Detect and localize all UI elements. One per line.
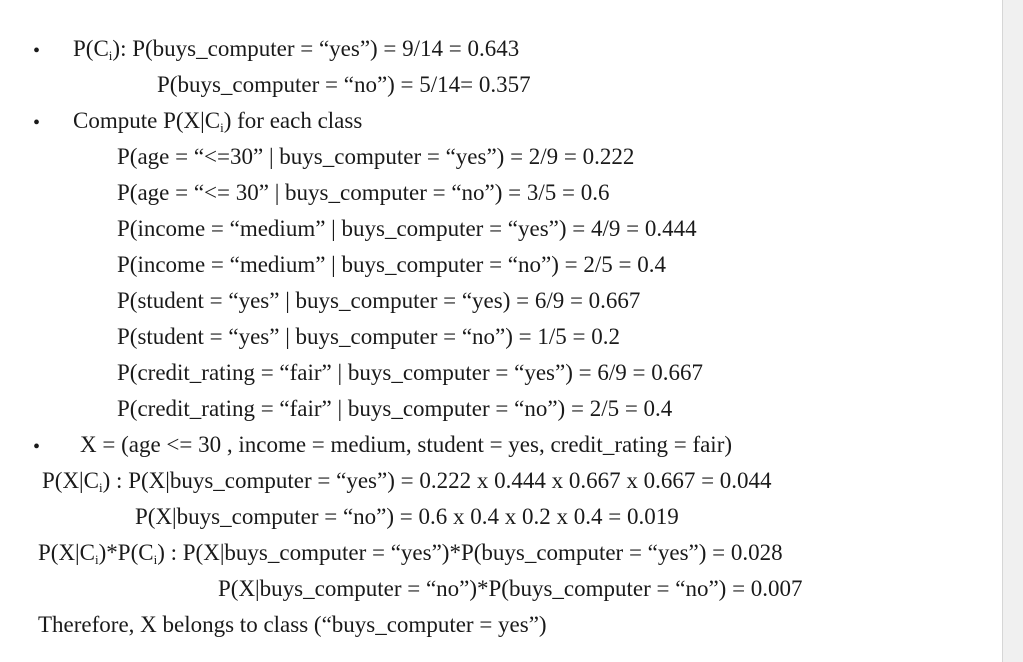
income-yes-line: P(income = “medium” | buys_computer = “y…	[117, 216, 697, 241]
bullet: •	[33, 436, 41, 458]
bullet: •	[33, 112, 41, 134]
credit-no-line: P(credit_rating = “fair” | buys_computer…	[117, 396, 673, 421]
prior-no-line: P(buys_computer = “no”) = 5/14= 0.357	[157, 72, 531, 97]
credit-yes-line: P(credit_rating = “fair” | buys_computer…	[117, 360, 703, 385]
posterior-no-line: P(X|buys_computer = “no”)*P(buys_compute…	[218, 576, 803, 601]
vertical-scrollbar[interactable]	[1002, 0, 1023, 662]
likelihood-yes-line: P(X|Ci) : P(X|buys_computer = “yes”) = 0…	[42, 468, 772, 495]
student-yes-line: P(student = “yes” | buys_computer = “yes…	[117, 288, 641, 313]
prior-yes-line: P(Ci): P(buys_computer = “yes”) = 9/14 =…	[73, 36, 520, 63]
x-definition-line: X = (age <= 30 , income = medium, studen…	[80, 432, 733, 457]
conclusion-line: Therefore, X belongs to class (“buys_com…	[38, 612, 547, 637]
bullet: •	[33, 40, 41, 62]
age-yes-line: P(age = “<=30” | buys_computer = “yes”) …	[117, 144, 635, 169]
student-no-line: P(student = “yes” | buys_computer = “no”…	[117, 324, 620, 349]
income-no-line: P(income = “medium” | buys_computer = “n…	[117, 252, 666, 277]
likelihood-no-line: P(X|buys_computer = “no”) = 0.6 x 0.4 x …	[135, 504, 679, 529]
compute-heading-line: Compute P(X|Ci) for each class	[73, 108, 363, 135]
posterior-yes-line: P(X|Ci)*P(Ci) : P(X|buys_computer = “yes…	[38, 540, 783, 567]
age-no-line: P(age = “<= 30” | buys_computer = “no”) …	[117, 180, 610, 205]
document-page: • P(Ci): P(buys_computer = “yes”) = 9/14…	[0, 0, 1003, 662]
